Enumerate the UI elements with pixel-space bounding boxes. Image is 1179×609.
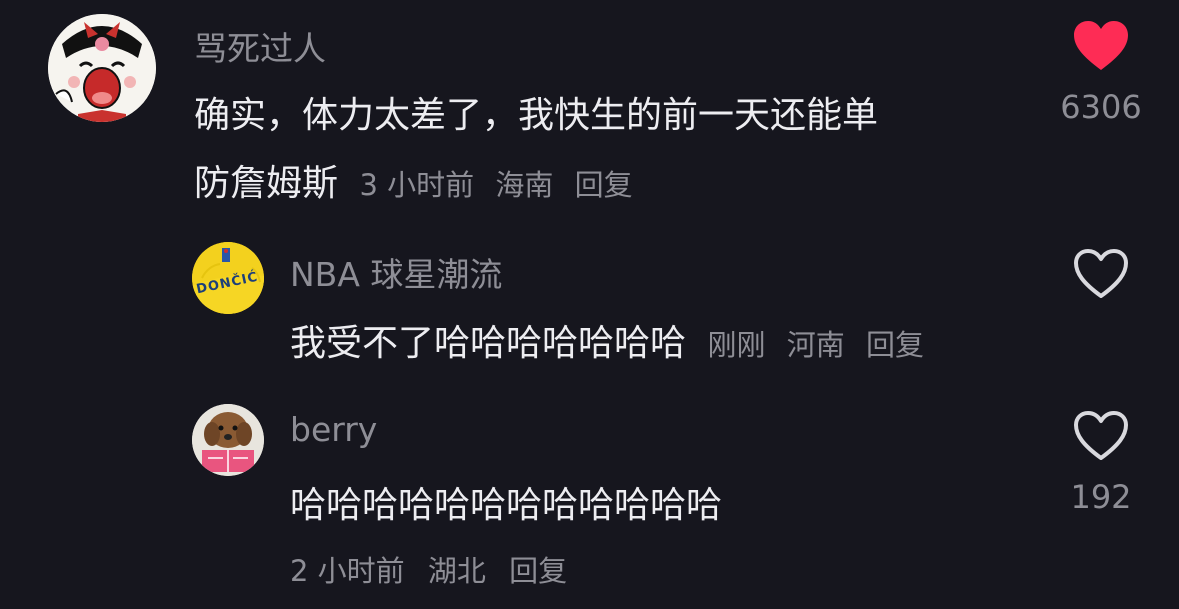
comment-username[interactable]: NBA 球星潮流	[290, 248, 502, 296]
comment-item: 骂死过人 确实，体力太差了，我快生的前一天还能单 防詹姆斯 3 小时前 海南 回…	[0, 0, 1179, 204]
comment-text: 我受不了哈哈哈哈哈哈哈	[290, 323, 687, 364]
comment-meta: 3 小时前 海南 回复	[359, 168, 644, 202]
heart-outline-icon	[1074, 411, 1128, 460]
like-count: 6306	[1060, 88, 1142, 126]
comment-username[interactable]: 骂死过人	[194, 22, 326, 70]
comment-meta: 刚刚 河南 回复	[707, 328, 935, 362]
dog-reading-book-avatar-icon[interactable]	[192, 404, 264, 476]
comment-time: 3 小时前	[359, 168, 475, 202]
comment-text: 哈哈哈哈哈哈哈哈哈哈哈哈	[290, 485, 723, 526]
doncic-jersey-avatar-icon[interactable]: DONČIĆ	[192, 242, 264, 314]
comment-text-with-meta: 我受不了哈哈哈哈哈哈哈 刚刚 河南 回复	[290, 314, 936, 366]
heart-outline-icon	[1074, 249, 1128, 298]
reply-button[interactable]: 回复	[509, 554, 567, 588]
like-button[interactable]	[1071, 248, 1131, 304]
comment-location: 河南	[786, 328, 845, 362]
reply-comment-item: DONČIĆ NBA 球星潮流 我受不了哈哈哈哈哈哈哈 刚刚 河南 回复	[0, 236, 1179, 376]
comment-username[interactable]: berry	[290, 410, 377, 449]
like-button[interactable]	[1071, 410, 1131, 466]
comment-time: 2 小时前	[290, 554, 405, 588]
like-count: 192	[1070, 478, 1132, 516]
reply-button[interactable]: 回复	[866, 328, 924, 362]
comment-meta: 2 小时前 湖北 回复	[290, 548, 581, 590]
comment-text: 确实，体力太差了，我快生的前一天还能单	[194, 95, 879, 136]
cartoon-cat-avatar-icon[interactable]	[48, 14, 156, 122]
reply-comment-item: berry 哈哈哈哈哈哈哈哈哈哈哈哈 2 小时前 湖北 回复 192	[0, 398, 1179, 598]
comment-location: 海南	[495, 168, 554, 202]
comment-time: 刚刚	[707, 328, 766, 362]
comment-text-continued: 防詹姆斯 3 小时前 海南 回复	[194, 154, 645, 206]
comment-text-line2: 防詹姆斯	[194, 163, 339, 204]
heart-filled-icon	[1074, 21, 1128, 70]
comment-location: 湖北	[427, 554, 486, 588]
like-button[interactable]	[1071, 20, 1131, 76]
reply-button[interactable]: 回复	[575, 168, 633, 202]
